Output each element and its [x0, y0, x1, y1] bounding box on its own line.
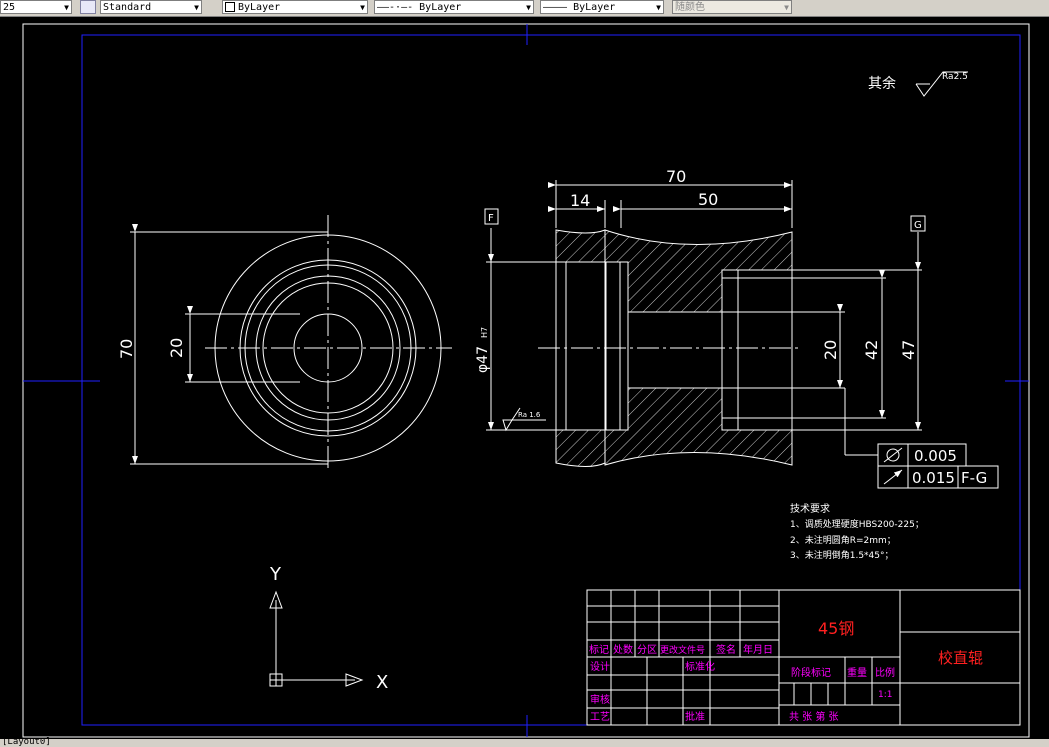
ucs-x-label: X: [376, 672, 388, 693]
tb-count: 处数: [613, 643, 633, 656]
dropdown-arrow-icon: ▼: [656, 3, 661, 12]
roughness-value: Ra2.5: [942, 72, 968, 82]
roughness-bore: Ra 1.6: [518, 411, 541, 419]
lineweight-preview-icon: ————: [543, 2, 574, 13]
dim-47-note: H7: [480, 327, 489, 338]
tech-line-3: 3、未注明倒角1.5*45°；: [790, 549, 894, 561]
lineweight-combo[interactable]: ———— ByLayer ▼: [540, 0, 664, 14]
dim-47-bore: φ47: [475, 346, 491, 373]
scale-value: 25: [3, 2, 16, 13]
sheet-border: [22, 23, 1030, 738]
tech-line-1: 1、调质处理硬度HBS200-225；: [790, 518, 924, 530]
lineweight-value: ByLayer: [573, 2, 616, 13]
color-combo[interactable]: 随颜色 ▼: [672, 0, 792, 14]
color-value: 随颜色: [675, 2, 705, 13]
command-bar[interactable]: [Layout0]: [0, 737, 1049, 747]
tb-standardize: 标准化: [685, 660, 715, 673]
tb-review: 审核: [590, 693, 610, 706]
text-style-value: Standard: [103, 2, 152, 13]
drawing-canvas[interactable]: 其余 Ra2.5 70 20 70 14 50 φ47 H7 20 42 47 …: [0, 16, 1049, 739]
tb-zone: 分区: [637, 644, 657, 656]
tb-ratio-value: 1:1: [878, 690, 892, 700]
dim-42: 42: [862, 340, 881, 360]
runout-icon: [883, 469, 903, 485]
ucs-y-label: Y: [269, 564, 282, 585]
tb-design: 设计: [590, 660, 610, 673]
linetype-preview-icon: ——-·—-: [377, 2, 414, 13]
tb-marks: 标记: [589, 644, 609, 656]
tb-material: 45钢: [818, 619, 854, 638]
roughness-note: 其余 Ra2.5: [868, 71, 968, 97]
tb-process: 工艺: [590, 711, 610, 723]
tb-part-name: 校直辊: [938, 649, 983, 667]
tech-requirements: 技术要求 1、调质处理硬度HBS200-225； 2、未注明圆角R=2mm； 3…: [790, 502, 924, 561]
dropdown-arrow-icon: ▼: [194, 3, 199, 12]
dim-20-right: 20: [821, 340, 840, 360]
tech-line-2: 2、未注明圆角R=2mm；: [790, 534, 896, 546]
tb-weight: 重量: [847, 666, 867, 679]
tol-flatness-value: 0.005: [914, 447, 957, 465]
center-marks: [23, 24, 1029, 737]
dim-50: 50: [698, 190, 718, 209]
dim-14: 14: [570, 191, 590, 210]
dropdown-arrow-icon: ▼: [784, 3, 789, 12]
tb-change-doc: 更改文件号: [660, 644, 705, 656]
dropdown-arrow-icon: ▼: [64, 3, 69, 12]
roughness-other-label: 其余: [868, 75, 896, 92]
tb-sheets: 共 张 第 张: [789, 710, 839, 723]
dim-70-top: 70: [666, 167, 686, 186]
dropdown-arrow-icon: ▼: [360, 3, 365, 12]
text-style-icon[interactable]: [80, 0, 96, 14]
text-style-combo[interactable]: Standard ▼: [100, 0, 202, 14]
layer-combo[interactable]: ByLayer ▼: [222, 0, 368, 14]
color-swatch-icon: [225, 2, 235, 12]
properties-toolbar: 25 ▼ Standard ▼ ByLayer ▼ ——-·—- ByLayer ▼ —…: [0, 0, 1049, 17]
dim-20-left: 20: [167, 338, 186, 358]
datum-f: F: [484, 208, 499, 225]
linetype-value: ByLayer: [419, 2, 462, 13]
datum-g: G: [910, 215, 926, 232]
dim-70-left: 70: [117, 339, 136, 359]
frame-border: [81, 34, 1021, 726]
geometric-tolerance: 0.005 0.015 F-G: [844, 388, 999, 489]
tech-title: 技术要求: [790, 502, 830, 515]
tb-ratio: 比例: [875, 666, 895, 679]
svg-text:F: F: [488, 213, 494, 224]
layer-value: ByLayer: [238, 2, 281, 13]
tb-sign: 签名: [716, 643, 736, 656]
command-line-text: [Layout0]: [2, 737, 51, 747]
section-view: [486, 180, 922, 467]
tb-approve: 批准: [685, 710, 705, 723]
tol-runout-value: 0.015: [912, 469, 955, 487]
tol-runout-ref: F-G: [961, 469, 987, 487]
dropdown-arrow-icon: ▼: [526, 3, 531, 12]
svg-text:G: G: [914, 220, 922, 231]
dim-47-right: 47: [899, 340, 918, 360]
ucs-icon: [269, 590, 364, 687]
scale-combo[interactable]: 25 ▼: [0, 0, 72, 14]
tb-date: 年月日: [743, 643, 773, 656]
linetype-combo[interactable]: ——-·—- ByLayer ▼: [374, 0, 534, 14]
tb-stage-mark: 阶段标记: [791, 666, 831, 679]
